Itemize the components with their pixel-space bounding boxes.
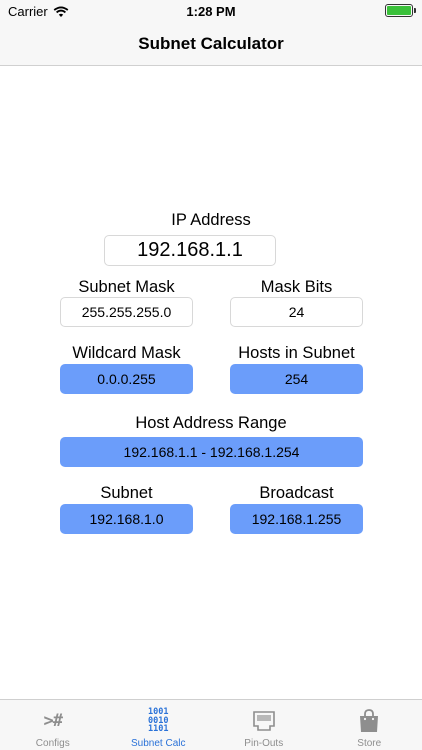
status-time: 1:28 PM xyxy=(186,4,236,19)
battery-indicator xyxy=(385,4,416,17)
hosts-in-subnet-value: 254 xyxy=(230,364,363,394)
navigation-bar: Subnet Calculator xyxy=(0,22,422,66)
battery-tip xyxy=(414,8,416,13)
ip-address-input[interactable]: 192.168.1.1 xyxy=(104,235,276,266)
broadcast-label: Broadcast xyxy=(259,484,334,502)
hosts-in-subnet-label: Hosts in Subnet xyxy=(238,344,355,362)
tab-pin-outs-label: Pin-Outs xyxy=(244,738,284,749)
subnet-mask-label: Subnet Mask xyxy=(78,278,175,296)
ip-address-label: IP Address xyxy=(171,211,251,229)
tab-store[interactable]: Store xyxy=(317,700,422,750)
terminal-hash-glyph: ># xyxy=(43,711,64,731)
shopping-bag-svg xyxy=(360,709,379,732)
mask-bits-input[interactable]: 24 xyxy=(230,297,363,327)
terminal-hash-icon: ># xyxy=(0,708,106,734)
binary-glyph: 1001 0010 1101 xyxy=(148,708,168,734)
subnet-mask-input[interactable]: 255.255.255.0 xyxy=(60,297,193,327)
host-range-label: Host Address Range xyxy=(135,414,287,432)
page-title: Subnet Calculator xyxy=(138,34,284,53)
tab-configs-label: Configs xyxy=(35,738,70,749)
wildcard-mask-value: 0.0.0.255 xyxy=(60,364,193,394)
tab-bar: ># Configs 1001 0010 1101 Subnet Calc Pi… xyxy=(0,699,422,750)
status-bar: Carrier 1:28 PM xyxy=(0,0,422,22)
broadcast-value: 192.168.1.255 xyxy=(230,504,363,534)
tab-store-label: Store xyxy=(357,738,382,749)
wildcard-mask-label: Wildcard Mask xyxy=(72,344,181,362)
tab-subnet-calc-label: Subnet Calc xyxy=(131,738,186,749)
tab-subnet-calc[interactable]: 1001 0010 1101 Subnet Calc xyxy=(106,700,212,750)
mask-bits-label: Mask Bits xyxy=(260,278,333,296)
battery-fill xyxy=(387,6,411,15)
binary-icon: 1001 0010 1101 xyxy=(106,708,212,734)
shopping-bag-icon xyxy=(317,708,422,734)
ethernet-port-icon xyxy=(211,708,317,734)
battery-icon xyxy=(385,4,413,17)
tab-configs[interactable]: ># Configs xyxy=(0,700,106,750)
tab-pin-outs[interactable]: Pin-Outs xyxy=(211,700,317,750)
binary-line: 1101 xyxy=(148,724,169,735)
subnet-label: Subnet xyxy=(100,484,153,502)
ethernet-port-svg xyxy=(252,711,275,731)
host-range-value: 192.168.1.1 - 192.168.1.254 xyxy=(60,437,363,467)
subnet-value: 192.168.1.0 xyxy=(60,504,193,534)
